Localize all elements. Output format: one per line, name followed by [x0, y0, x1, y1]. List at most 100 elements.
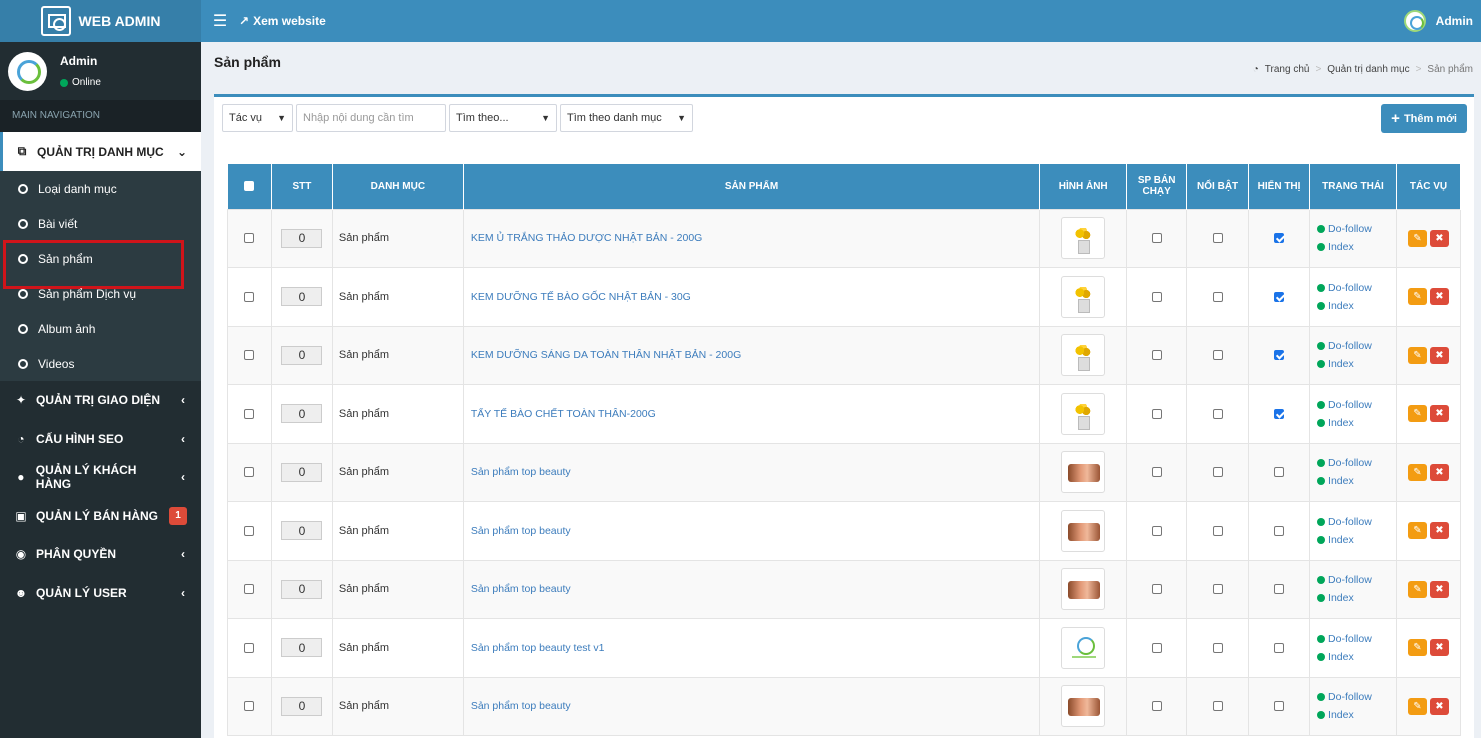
product-name-link[interactable]: Sản phẩm top beauty	[462, 676, 1041, 736]
product-thumbnail[interactable]	[1061, 392, 1106, 435]
index-status[interactable]: Index	[1317, 297, 1396, 315]
edit-button[interactable]: ✎	[1407, 463, 1427, 481]
delete-button[interactable]: ✖	[1429, 463, 1449, 481]
follow-status[interactable]: Do-follow	[1317, 337, 1396, 355]
edit-button[interactable]: ✎	[1407, 697, 1427, 715]
row-checkbox[interactable]	[244, 584, 255, 595]
product-name-link[interactable]: Sản phẩm top beauty	[462, 442, 1041, 502]
sidebar-toggle-icon[interactable]: ☰	[201, 11, 239, 31]
edit-button[interactable]: ✎	[1407, 522, 1427, 540]
visible-checkbox[interactable]	[1274, 233, 1285, 244]
index-status[interactable]: Index	[1317, 238, 1396, 256]
stt-input[interactable]: 0	[281, 696, 323, 716]
visible-checkbox[interactable]	[1274, 584, 1285, 595]
bestseller-checkbox[interactable]	[1151, 350, 1162, 361]
breadcrumb-home[interactable]: Trang chủ	[1265, 64, 1310, 75]
follow-status[interactable]: Do-follow	[1317, 688, 1396, 706]
edit-button[interactable]: ✎	[1407, 346, 1427, 364]
bestseller-checkbox[interactable]	[1151, 525, 1162, 536]
edit-button[interactable]: ✎	[1407, 639, 1427, 657]
stt-input[interactable]: 0	[281, 638, 323, 658]
delete-button[interactable]: ✖	[1429, 522, 1449, 540]
featured-checkbox[interactable]	[1212, 408, 1223, 419]
featured-checkbox[interactable]	[1212, 467, 1223, 478]
stt-input[interactable]: 0	[281, 287, 323, 307]
search-by-select[interactable]: Tìm theo... ▼	[449, 104, 557, 132]
stt-input[interactable]: 0	[281, 579, 323, 599]
product-thumbnail[interactable]	[1061, 509, 1106, 552]
sidebar-item-quan-tri-danh-muc[interactable]: ⧉ QUẢN TRỊ DANH MỤC ⌄	[0, 132, 201, 171]
stt-input[interactable]: 0	[281, 228, 323, 248]
select-all-checkbox[interactable]	[244, 181, 255, 192]
sidebar-subitem-san-pham[interactable]: Sản phẩm	[0, 240, 201, 289]
index-status[interactable]: Index	[1317, 589, 1396, 607]
row-checkbox[interactable]	[244, 525, 255, 536]
index-status[interactable]: Index	[1317, 648, 1396, 666]
stt-input[interactable]: 0	[281, 521, 323, 541]
featured-checkbox[interactable]	[1212, 701, 1223, 712]
product-name-link[interactable]: KEM DƯỠNG TẾ BÀO GỐC NHẬT BẢN - 30G	[462, 267, 1041, 327]
featured-checkbox[interactable]	[1212, 642, 1223, 653]
search-input[interactable]: Nhập nội dung cần tìm	[296, 104, 446, 132]
add-new-button[interactable]: + Thêm mới	[1381, 104, 1467, 133]
user-menu[interactable]: Admin	[1403, 10, 1473, 32]
product-name-link[interactable]: Sản phẩm top beauty test v1	[462, 618, 1041, 678]
sidebar-item-quan-ly-ban-hang[interactable]: ▣ QUẢN LÝ BÁN HÀNG 1	[0, 497, 201, 536]
product-thumbnail[interactable]	[1061, 334, 1106, 377]
visible-checkbox[interactable]	[1274, 525, 1285, 536]
index-status[interactable]: Index	[1317, 531, 1396, 549]
bestseller-checkbox[interactable]	[1151, 291, 1162, 302]
bestseller-checkbox[interactable]	[1151, 233, 1162, 244]
bestseller-checkbox[interactable]	[1151, 701, 1162, 712]
sidebar-subitem-san-pham-dich-vu[interactable]: Sản phẩm Dịch vụ	[0, 276, 201, 311]
visible-checkbox[interactable]	[1274, 291, 1285, 302]
edit-button[interactable]: ✎	[1407, 288, 1427, 306]
visible-checkbox[interactable]	[1274, 642, 1285, 653]
bestseller-checkbox[interactable]	[1151, 584, 1162, 595]
edit-button[interactable]: ✎	[1407, 580, 1427, 598]
follow-status[interactable]: Do-follow	[1317, 396, 1396, 414]
sidebar-item-cau-hinh-seo[interactable]: ◔ CẤU HÌNH SEO ‹	[0, 420, 201, 459]
delete-button[interactable]: ✖	[1429, 697, 1449, 715]
view-website-link[interactable]: ↗ Xem website	[239, 14, 326, 28]
delete-button[interactable]: ✖	[1429, 580, 1449, 598]
follow-status[interactable]: Do-follow	[1317, 571, 1396, 589]
index-status[interactable]: Index	[1317, 414, 1396, 432]
bestseller-checkbox[interactable]	[1151, 642, 1162, 653]
visible-checkbox[interactable]	[1274, 467, 1285, 478]
follow-status[interactable]: Do-follow	[1317, 279, 1396, 297]
sidebar-item-phan-quyen[interactable]: ◉ PHÂN QUYỀN ‹	[0, 535, 201, 574]
column-header[interactable]: DANH MỤC	[332, 164, 464, 209]
sidebar-item-quan-ly-khach-hang[interactable]: ● QUẢN LÝ KHÁCH HÀNG ‹	[0, 458, 201, 497]
delete-button[interactable]: ✖	[1429, 405, 1449, 423]
brand-logo[interactable]: WEB ADMIN	[0, 0, 201, 42]
featured-checkbox[interactable]	[1212, 291, 1223, 302]
edit-button[interactable]: ✎	[1407, 229, 1427, 247]
row-checkbox[interactable]	[244, 233, 255, 244]
sidebar-subitem-bai-viet[interactable]: Bài viết	[0, 206, 201, 241]
product-name-link[interactable]: Sản phẩm top beauty	[462, 559, 1041, 619]
follow-status[interactable]: Do-follow	[1317, 630, 1396, 648]
column-header[interactable]: STT	[271, 164, 333, 209]
featured-checkbox[interactable]	[1212, 584, 1223, 595]
edit-button[interactable]: ✎	[1407, 405, 1427, 423]
sidebar-item-quan-ly-user[interactable]: ☻ QUẢN LÝ USER ‹	[0, 574, 201, 613]
index-status[interactable]: Index	[1317, 706, 1396, 724]
stt-input[interactable]: 0	[281, 404, 323, 424]
product-thumbnail[interactable]	[1061, 217, 1106, 260]
breadcrumb-category[interactable]: Quản trị danh mục	[1327, 64, 1409, 75]
product-name-link[interactable]: KEM Ủ TRẮNG THẢO DƯỢC NHẬT BẢN - 200G	[462, 208, 1041, 268]
product-thumbnail[interactable]	[1061, 451, 1106, 494]
index-status[interactable]: Index	[1317, 472, 1396, 490]
visible-checkbox[interactable]	[1274, 350, 1285, 361]
visible-checkbox[interactable]	[1274, 408, 1285, 419]
index-status[interactable]: Index	[1317, 355, 1396, 373]
row-checkbox[interactable]	[244, 701, 255, 712]
product-thumbnail[interactable]	[1061, 568, 1106, 611]
delete-button[interactable]: ✖	[1429, 288, 1449, 306]
sidebar-item-quan-tri-giao-dien[interactable]: ✦ QUẢN TRỊ GIAO DIỆN ‹	[0, 381, 201, 420]
delete-button[interactable]: ✖	[1429, 229, 1449, 247]
row-checkbox[interactable]	[244, 350, 255, 361]
follow-status[interactable]: Do-follow	[1317, 220, 1396, 238]
product-name-link[interactable]: TẨY TẾ BÀO CHẾT TOÀN THÂN-200G	[462, 384, 1041, 444]
